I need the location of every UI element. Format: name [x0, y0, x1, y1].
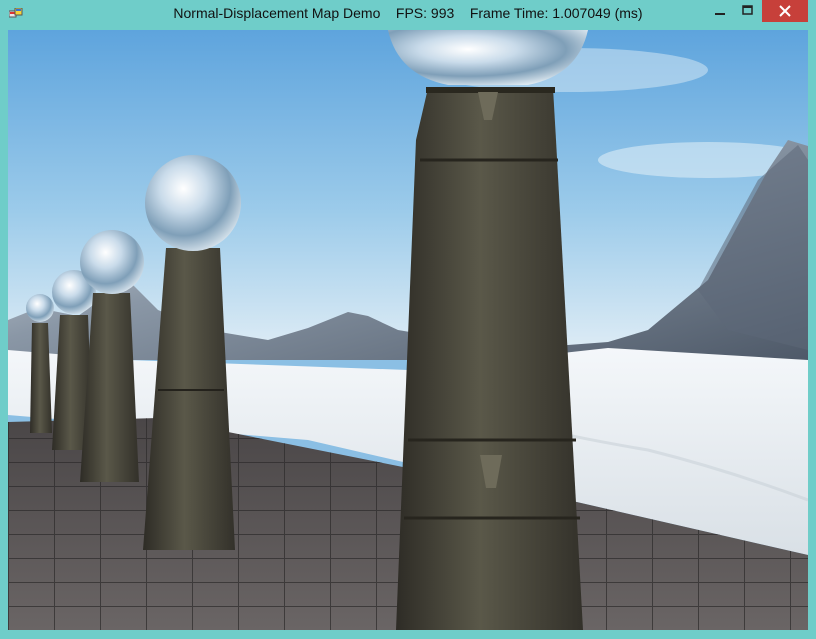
3d-scene — [8, 30, 808, 630]
window-title: Normal-Displacement Map Demo FPS: 993 Fr… — [173, 5, 643, 21]
minimize-icon — [715, 13, 725, 15]
close-button[interactable] — [762, 0, 808, 22]
render-viewport[interactable] — [8, 30, 808, 630]
title-bar[interactable]: Normal-Displacement Map Demo FPS: 993 Fr… — [0, 0, 816, 30]
close-icon — [779, 5, 791, 17]
maximize-button[interactable] — [734, 0, 761, 22]
minimize-button[interactable] — [707, 0, 733, 22]
maximize-icon — [742, 5, 753, 15]
app-window: Normal-Displacement Map Demo FPS: 993 Fr… — [0, 0, 816, 639]
